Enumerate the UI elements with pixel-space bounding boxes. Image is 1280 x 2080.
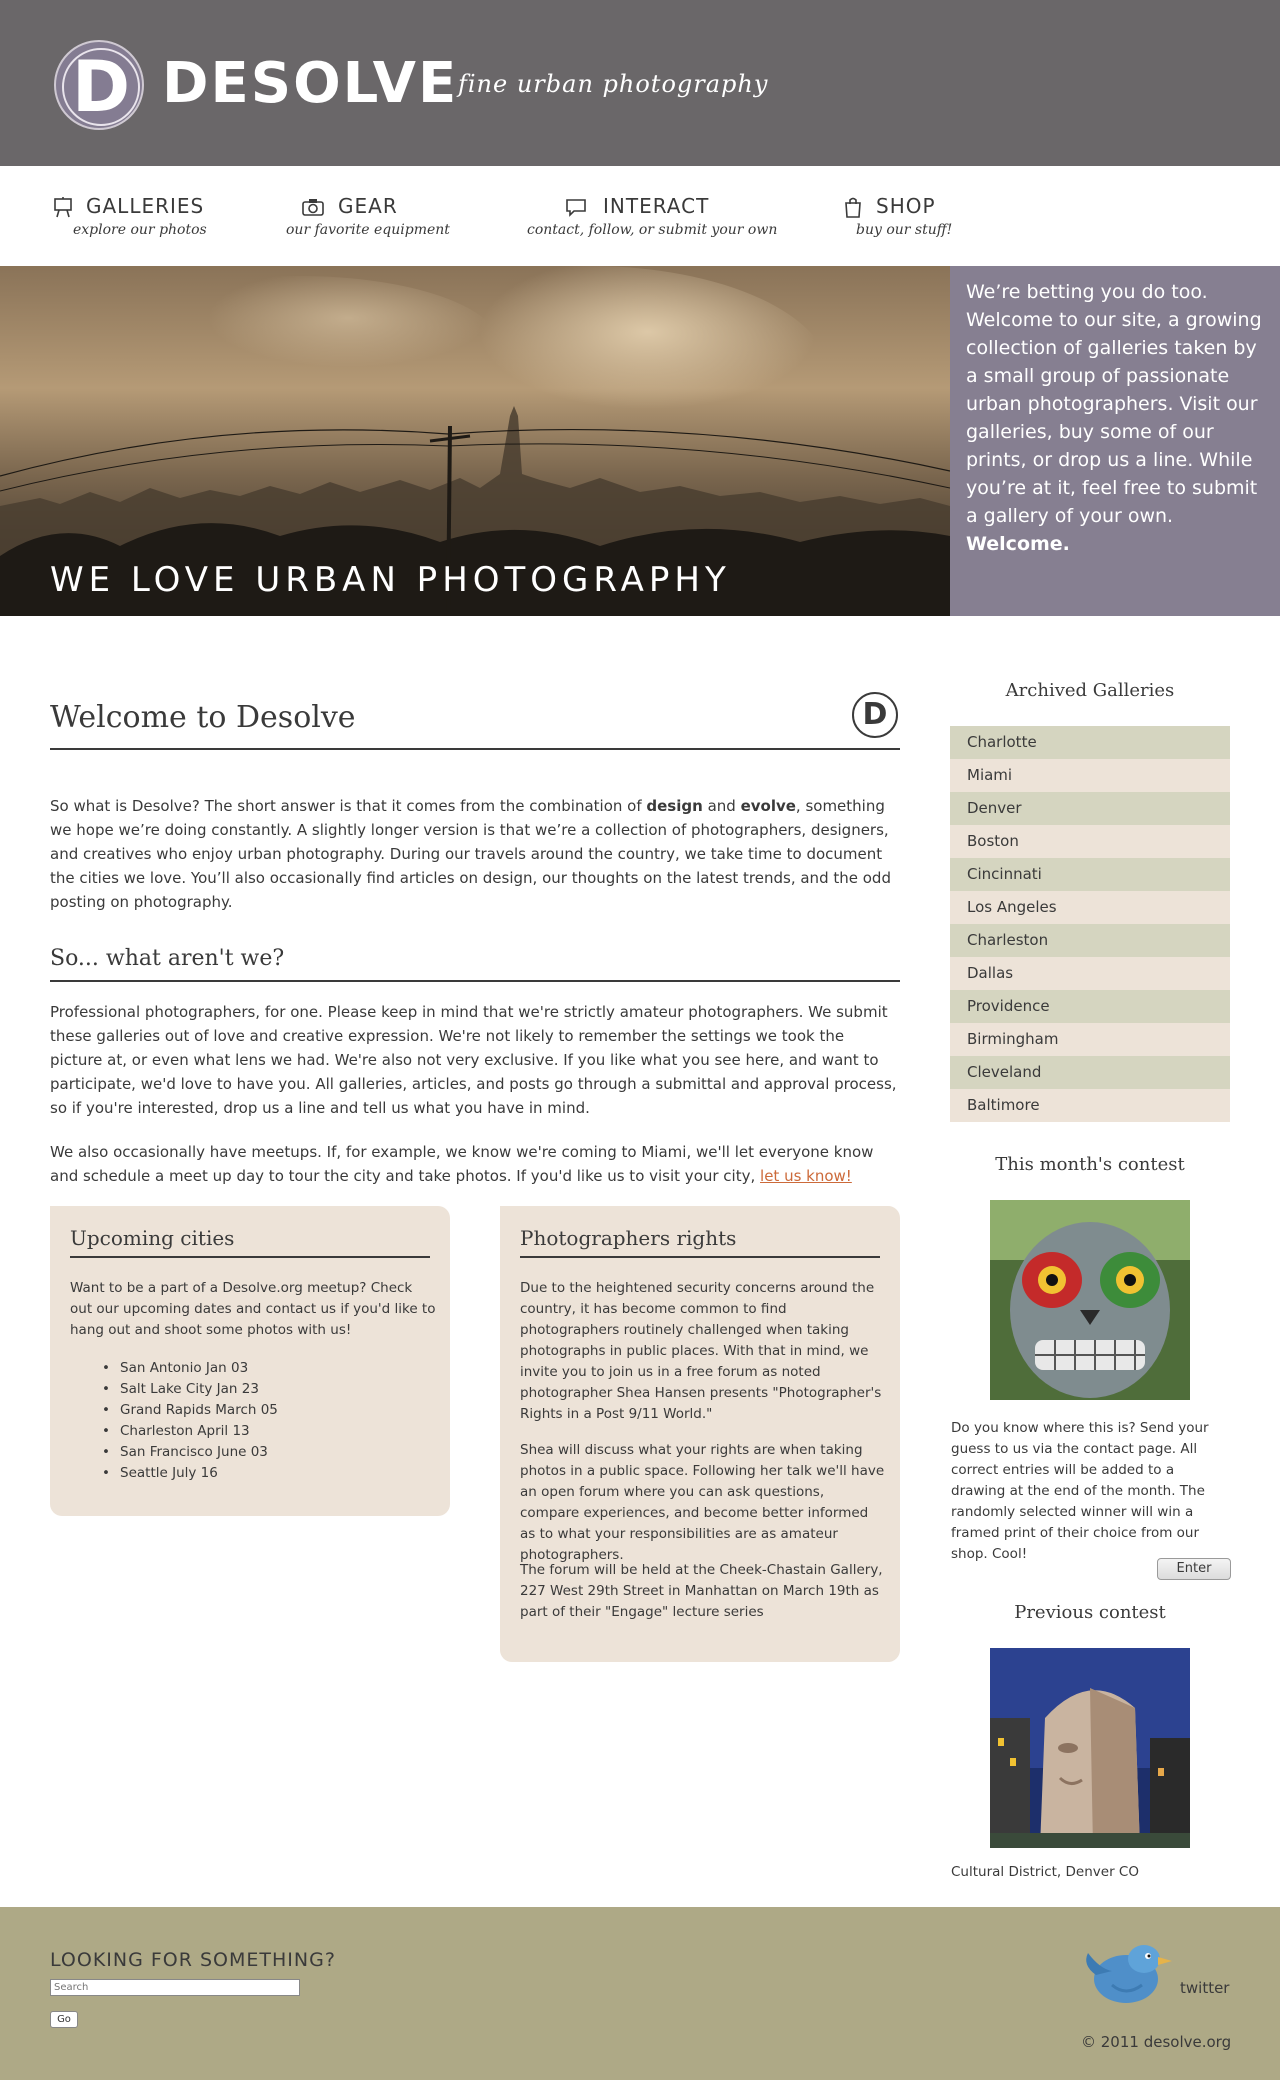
nav-title: INTERACT — [603, 194, 710, 218]
list-item: Seattle July 16 — [102, 1463, 278, 1484]
list-item: Grand Rapids March 05 — [102, 1400, 278, 1421]
list-item: San Antonio Jan 03 — [102, 1358, 278, 1379]
about-paragraph: Professional photographers, for one. Ple… — [50, 1003, 897, 1117]
previous-contest-photo[interactable] — [990, 1648, 1190, 1848]
archive-item[interactable]: Miami — [950, 759, 1230, 792]
nav-item-gear[interactable]: GEAR our favorite equipment — [280, 188, 480, 248]
nav-title: SHOP — [876, 194, 936, 218]
hero-banner: WE LOVE URBAN PHOTOGRAPHY — [0, 266, 950, 616]
go-button[interactable]: Go — [50, 2011, 78, 2028]
archive-item[interactable]: Denver — [950, 792, 1230, 825]
twitter-link[interactable]: twitter — [1180, 1979, 1229, 1997]
box-text: The forum will be held at the Cheek-Chas… — [520, 1562, 883, 1620]
footer-heading: LOOKING FOR SOMETHING? — [50, 1949, 336, 1971]
search-input[interactable] — [50, 1979, 300, 1996]
section-subtitle: So... what aren't we? — [50, 946, 285, 971]
cities-list: San Antonio Jan 03 Salt Lake City Jan 23… — [102, 1358, 278, 1484]
intro-strong-evolve: evolve — [740, 797, 796, 815]
list-item: Salt Lake City Jan 23 — [102, 1379, 278, 1400]
contest-title: This month's contest — [995, 1154, 1185, 1175]
site-footer: LOOKING FOR SOMETHING? Go twitter © 2011… — [0, 1907, 1280, 2080]
nav-subtitle: buy our stuff! — [856, 222, 953, 238]
hero-title: WE LOVE URBAN PHOTOGRAPHY — [50, 560, 731, 600]
photographers-rights-box: Photographers rights Due to the heighten… — [500, 1206, 900, 1662]
shopping-bag-icon — [845, 197, 861, 218]
box-text: Due to the heightened security concerns … — [520, 1280, 882, 1422]
intro-paragraph: So what is Desolve? The short answer is … — [50, 794, 900, 914]
previous-contest-title: Previous contest — [1014, 1602, 1166, 1623]
archive-item[interactable]: Baltimore — [950, 1089, 1230, 1122]
list-item: Charleston April 13 — [102, 1421, 278, 1442]
archive-item[interactable]: Charlotte — [950, 726, 1230, 759]
site-header: D DESOLVE fine urban photography — [0, 0, 1280, 166]
intro-text: So what is Desolve? The short answer is … — [50, 797, 647, 815]
nav-item-galleries[interactable]: GALLERIES explore our photos — [50, 188, 230, 248]
nav-subtitle: explore our photos — [73, 222, 207, 238]
page-title: Welcome to Desolve — [50, 700, 356, 735]
contact-link[interactable]: let us know! — [760, 1167, 852, 1185]
logo-badge[interactable]: D — [54, 40, 144, 130]
subtitle-divider — [50, 980, 900, 982]
copyright: © 2011 desolve.org — [1081, 2033, 1232, 2051]
title-divider — [50, 748, 900, 750]
meetup-paragraph: We also occasionally have meetups. If, f… — [50, 1140, 900, 1188]
nav-title: GALLERIES — [86, 194, 205, 218]
enter-button[interactable]: Enter — [1157, 1558, 1231, 1580]
upcoming-cities-box: Upcoming cities Want to be a part of a D… — [50, 1206, 450, 1516]
archive-item[interactable]: Los Angeles — [950, 891, 1230, 924]
twitter-bird-icon[interactable] — [1082, 1935, 1176, 2007]
nav-title: GEAR — [338, 194, 398, 218]
easel-icon — [54, 197, 72, 218]
meetup-text: We also occasionally have meetups. If, f… — [50, 1143, 874, 1185]
previous-contest-caption: Cultural District, Denver CO — [951, 1864, 1139, 1880]
logo-letter: D — [71, 46, 131, 128]
archive-title: Archived Galleries — [1005, 680, 1175, 701]
archive-item[interactable]: Birmingham — [950, 1023, 1230, 1056]
box-text: Shea will discuss what your rights are w… — [520, 1442, 885, 1563]
intro-strong-design: design — [646, 797, 703, 815]
hero-intro-text: We’re betting you do too. Welcome to our… — [966, 278, 1268, 558]
nav-subtitle: our favorite equipment — [286, 222, 450, 238]
hero-intro-strong: Welcome. — [966, 533, 1070, 555]
box-text: Want to be a part of a Desolve.org meetu… — [70, 1280, 436, 1338]
archive-item[interactable]: Cincinnati — [950, 858, 1230, 891]
camera-icon — [302, 199, 324, 216]
box-title: Photographers rights — [520, 1226, 737, 1250]
hero-intro-panel: We’re betting you do too. Welcome to our… — [950, 266, 1280, 616]
archive-item[interactable]: Cleveland — [950, 1056, 1230, 1089]
hero-intro-body: We’re betting you do too. Welcome to our… — [966, 281, 1262, 527]
list-item: San Francisco June 03 — [102, 1442, 278, 1463]
box-divider — [70, 1256, 430, 1258]
nav-subtitle: contact, follow, or submit your own — [527, 222, 778, 238]
archive-item[interactable]: Providence — [950, 990, 1230, 1023]
archive-item[interactable]: Boston — [950, 825, 1230, 858]
archive-item[interactable]: Dallas — [950, 957, 1230, 990]
contest-description: Do you know where this is? Send your gue… — [951, 1420, 1209, 1562]
nav-item-shop[interactable]: SHOP buy our stuff! — [840, 188, 990, 248]
speech-bubble-icon — [566, 199, 586, 217]
brand-name[interactable]: DESOLVE — [162, 52, 458, 116]
tagline: fine urban photography — [458, 70, 769, 98]
box-title: Upcoming cities — [70, 1226, 235, 1250]
nav-item-interact[interactable]: INTERACT contact, follow, or submit your… — [525, 188, 805, 248]
intro-text: and — [702, 797, 741, 815]
main-nav: GALLERIES explore our photos GEAR our fa… — [0, 166, 1280, 266]
contest-skull-photo[interactable] — [990, 1200, 1190, 1400]
desolve-badge: D — [852, 692, 898, 738]
box-divider — [520, 1256, 880, 1258]
archive-list: Charlotte Miami Denver Boston Cincinnati… — [950, 726, 1230, 1122]
archive-item[interactable]: Charleston — [950, 924, 1230, 957]
